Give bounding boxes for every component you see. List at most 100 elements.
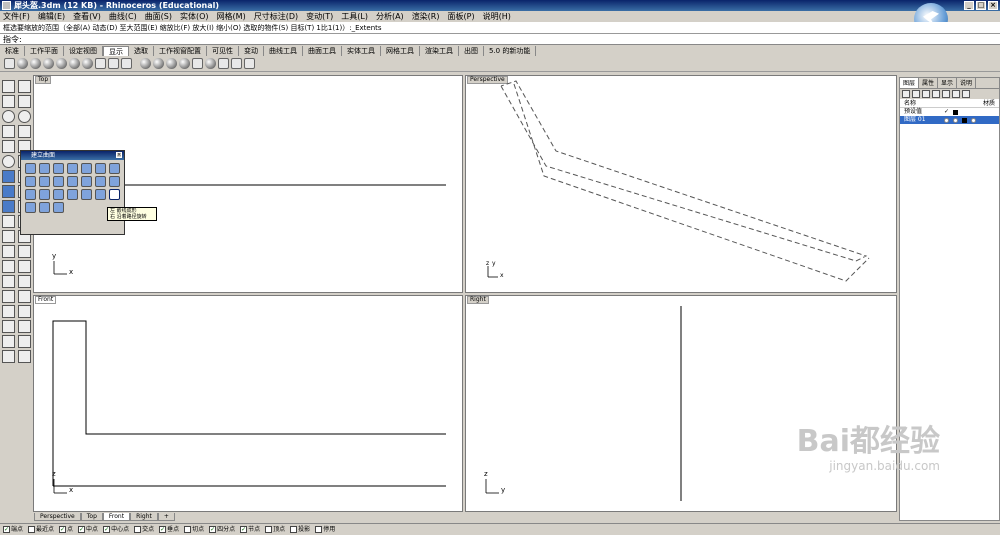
flat-shade-icon[interactable] bbox=[192, 58, 203, 69]
surface-from-planar-icon[interactable] bbox=[53, 163, 64, 174]
circle-icon[interactable] bbox=[2, 110, 15, 123]
menu-panels[interactable]: 面板(P) bbox=[448, 11, 475, 22]
tab-mesh-tools[interactable]: 网格工具 bbox=[381, 46, 420, 56]
render-preview-icon[interactable] bbox=[179, 58, 190, 69]
rail-revolve-icon[interactable] bbox=[53, 176, 64, 187]
capsule-icon[interactable] bbox=[95, 58, 106, 69]
osnap-checkbox[interactable] bbox=[184, 526, 192, 533]
osnap-checkbox[interactable]: ✓ bbox=[78, 526, 86, 533]
explode-icon[interactable] bbox=[18, 260, 31, 273]
osnap-mid[interactable]: ✓ 中点 bbox=[78, 524, 98, 535]
text-surface-icon[interactable] bbox=[25, 202, 36, 213]
vp-tab-add[interactable]: + bbox=[157, 513, 175, 521]
maximize-button[interactable]: □ bbox=[976, 1, 986, 10]
render-teapot-icon[interactable] bbox=[2, 350, 15, 363]
osnap-end[interactable]: ✓ 端点 bbox=[3, 524, 23, 535]
panel-tab-properties[interactable]: 属性 bbox=[919, 78, 939, 88]
gold-sphere-icon[interactable] bbox=[166, 58, 177, 69]
dimension-icon[interactable] bbox=[2, 320, 15, 333]
osnap-knot[interactable]: ✓ 节点 bbox=[240, 524, 260, 535]
analyze-icon[interactable] bbox=[2, 335, 15, 348]
osnap-checkbox[interactable]: ✓ bbox=[159, 526, 167, 533]
drape-icon[interactable] bbox=[109, 176, 120, 187]
vp-tab-top[interactable]: Top bbox=[80, 513, 103, 521]
tab-visibility[interactable]: 可见性 bbox=[207, 46, 239, 56]
network-surface-icon[interactable] bbox=[81, 176, 92, 187]
close-button[interactable]: × bbox=[988, 1, 998, 10]
osnap-project[interactable]: 投影 bbox=[290, 524, 310, 535]
layer-row-01[interactable]: 图层 01 bbox=[900, 116, 999, 124]
rectangle-icon[interactable] bbox=[18, 125, 31, 138]
split-icon[interactable] bbox=[18, 245, 31, 258]
hide-edges-icon[interactable] bbox=[218, 58, 229, 69]
popup-close-icon[interactable]: × bbox=[116, 152, 122, 158]
osnap-near[interactable]: 最近点 bbox=[28, 524, 54, 535]
osnap-checkbox[interactable] bbox=[28, 526, 36, 533]
rotate-icon[interactable] bbox=[2, 290, 15, 303]
move-down-icon[interactable] bbox=[942, 90, 950, 98]
panel-tab-layers[interactable]: 图层 bbox=[900, 78, 920, 88]
tab-render-tools[interactable]: 渲染工具 bbox=[420, 46, 459, 56]
cone-surface-icon[interactable] bbox=[39, 189, 50, 200]
polygon-icon[interactable] bbox=[2, 140, 15, 153]
dark-sphere-icon[interactable] bbox=[140, 58, 151, 69]
menu-transform[interactable]: 变动(T) bbox=[306, 11, 333, 22]
mesh-icon[interactable] bbox=[2, 200, 15, 213]
vp-tab-front[interactable]: Front bbox=[102, 513, 131, 521]
lock-icon[interactable] bbox=[121, 58, 132, 69]
osnap-checkbox[interactable]: ✓ bbox=[59, 526, 67, 533]
shaded-sphere-icon[interactable] bbox=[17, 58, 28, 69]
tab-drafting[interactable]: 出图 bbox=[459, 46, 484, 56]
tab-new-in-v5[interactable]: 5.0 的新功能 bbox=[484, 46, 537, 56]
tab-set-view[interactable]: 设定视图 bbox=[64, 46, 103, 56]
offset-surface-icon[interactable] bbox=[67, 189, 78, 200]
fillet-surface-icon[interactable] bbox=[81, 189, 92, 200]
osnap-checkbox[interactable]: ✓ bbox=[240, 526, 248, 533]
trim-icon[interactable] bbox=[2, 245, 15, 258]
sweep2-icon[interactable] bbox=[109, 163, 120, 174]
osnap-checkbox[interactable]: ✓ bbox=[209, 526, 217, 533]
tab-solid-tools[interactable]: 实体工具 bbox=[342, 46, 381, 56]
osnap-checkbox[interactable] bbox=[315, 526, 323, 533]
artistic-sphere-icon[interactable] bbox=[82, 58, 93, 69]
layer-color-swatch[interactable] bbox=[962, 117, 967, 123]
menu-file[interactable]: 文件(F) bbox=[3, 11, 30, 22]
disable-icon[interactable] bbox=[231, 58, 242, 69]
tab-standard[interactable]: 标准 bbox=[0, 46, 25, 56]
show-edges-icon[interactable] bbox=[205, 58, 216, 69]
shaded-ball-icon[interactable] bbox=[153, 58, 164, 69]
panel-tab-help[interactable]: 说明 bbox=[957, 78, 977, 88]
new-sublayer-icon[interactable] bbox=[912, 90, 920, 98]
ghosted-sphere-icon[interactable] bbox=[43, 58, 54, 69]
tab-surface-tools[interactable]: 曲面工具 bbox=[303, 46, 342, 56]
wireframe-icon[interactable] bbox=[4, 58, 15, 69]
panel-tab-display[interactable]: 显示 bbox=[938, 78, 958, 88]
vp-tab-perspective[interactable]: Perspective bbox=[34, 513, 81, 521]
menu-mesh[interactable]: 网格(M) bbox=[217, 11, 246, 22]
blend-surface-icon[interactable] bbox=[53, 189, 64, 200]
scale-icon[interactable] bbox=[18, 290, 31, 303]
revolve-icon[interactable] bbox=[39, 176, 50, 187]
minimize-button[interactable]: _ bbox=[964, 1, 974, 10]
material-icon[interactable] bbox=[971, 117, 976, 123]
technical-sphere-icon[interactable] bbox=[69, 58, 80, 69]
layer-row-default[interactable]: 预设值 ✓ bbox=[900, 108, 999, 116]
lightbulb-icon[interactable] bbox=[944, 117, 949, 123]
layer-color-swatch[interactable] bbox=[953, 109, 959, 115]
menu-render[interactable]: 渲染(R) bbox=[412, 11, 440, 22]
menu-surface[interactable]: 曲面(S) bbox=[145, 11, 172, 22]
curve-icon[interactable] bbox=[18, 95, 31, 108]
tab-select[interactable]: 选取 bbox=[129, 46, 154, 56]
tab-curve-tools[interactable]: 曲线工具 bbox=[264, 46, 303, 56]
picture-frame-icon[interactable] bbox=[39, 202, 50, 213]
tab-cplanes[interactable]: 工作平面 bbox=[25, 46, 64, 56]
surface-from-edges-icon[interactable] bbox=[39, 163, 50, 174]
osnap-int[interactable]: 交点 bbox=[134, 524, 154, 535]
osnap-checkbox[interactable]: ✓ bbox=[3, 526, 10, 533]
menu-solid[interactable]: 实体(O) bbox=[180, 11, 209, 22]
chamfer-surface-icon[interactable] bbox=[95, 189, 106, 200]
filter-icon[interactable] bbox=[952, 90, 960, 98]
osnap-quad[interactable]: ✓ 四分点 bbox=[209, 524, 235, 535]
menu-view[interactable]: 查看(V) bbox=[73, 11, 101, 22]
surface-tool-icon[interactable] bbox=[2, 170, 15, 183]
